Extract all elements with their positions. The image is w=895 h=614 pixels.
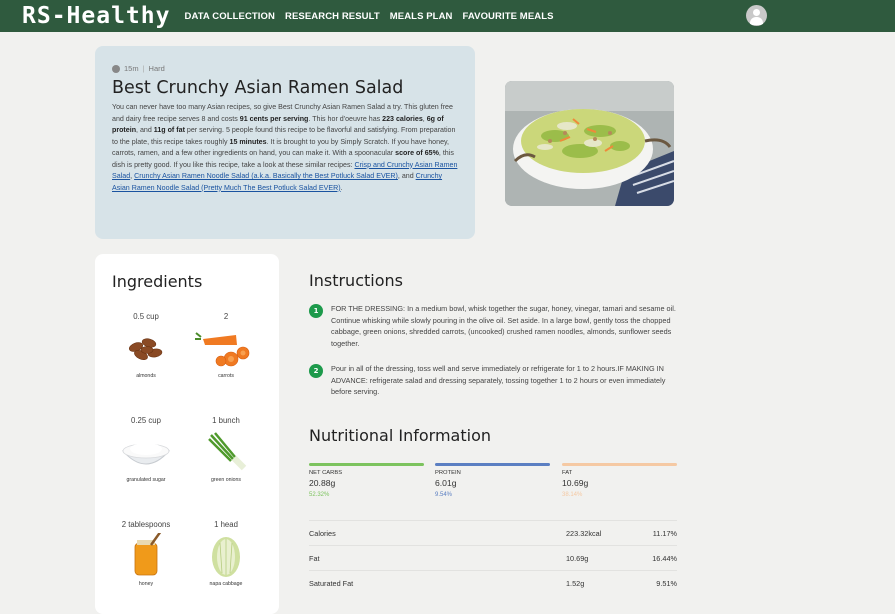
almonds-image xyxy=(111,325,181,369)
carrots-image xyxy=(191,325,261,369)
nav-link-data-collection[interactable]: DATA COLLECTION xyxy=(184,11,275,22)
macro-fat: FAT 10.69g 38.14% xyxy=(562,463,677,498)
recipe-difficulty: Hard xyxy=(148,64,165,73)
nutrient-amount: 10.69g xyxy=(566,554,589,563)
ingredient-item[interactable]: 2 tablespoons honey xyxy=(111,520,181,587)
ingredient-qty: 2 tablespoons xyxy=(121,520,171,529)
clock-icon xyxy=(112,64,120,73)
macro-percent: 52.32% xyxy=(309,492,330,498)
macro-label: NET CARBS xyxy=(309,470,343,476)
ingredient-item[interactable]: 2 carrots xyxy=(191,312,261,379)
ingredient-qty: 2 xyxy=(223,312,229,321)
recipe-summary-card: 15m | Hard Best Crunchy Asian Ramen Sala… xyxy=(95,46,475,239)
table-row: Calories 223.32kcal 11.17% xyxy=(309,520,677,545)
ingredient-name: honey xyxy=(138,581,154,587)
nutrient-name: Calories xyxy=(309,529,336,538)
macro-bar xyxy=(435,463,550,466)
step-number: 1 xyxy=(309,304,323,318)
ingredient-name: almonds xyxy=(136,373,156,379)
macro-protein: PROTEIN 6.01g 9.54% xyxy=(435,463,550,498)
macro-label: PROTEIN xyxy=(435,470,461,476)
instructions-title: Instructions xyxy=(309,271,403,290)
nav-link-favourite-meals[interactable]: FAVOURITE MEALS xyxy=(463,11,554,22)
ingredients-title: Ingredients xyxy=(112,272,203,291)
table-row: Fat 10.69g 16.44% xyxy=(309,545,677,570)
recipe-meta: 15m | Hard xyxy=(112,64,458,73)
ingredient-qty: 0.5 cup xyxy=(133,312,159,321)
green-onions-image xyxy=(191,429,261,473)
ingredient-qty: 1 head xyxy=(214,520,238,529)
macro-value: 10.69g xyxy=(562,478,589,488)
recipe-title: Best Crunchy Asian Ramen Salad xyxy=(112,78,404,98)
nutrient-percent: 11.17% xyxy=(652,529,677,538)
recipe-time: 15m xyxy=(124,64,139,73)
step-text: FOR THE DRESSING: In a medium bowl, whis… xyxy=(331,304,676,348)
nutrient-amount: 223.32kcal xyxy=(566,529,602,538)
ingredient-name: green onions xyxy=(211,477,241,483)
honey-image xyxy=(111,530,181,577)
table-row: Saturated Fat 1.52g 9.51% xyxy=(309,570,677,595)
avatar-head xyxy=(753,9,760,16)
recipe-description: You can never have too many Asian recipe… xyxy=(112,103,458,192)
nutrition-title: Nutritional Information xyxy=(309,426,492,445)
macro-percent: 9.54% xyxy=(435,492,453,498)
macro-bar xyxy=(562,463,677,466)
nav-links: DATA COLLECTION RESEARCH RESULT MEALS PL… xyxy=(184,11,553,22)
ingredient-item[interactable]: 1 bunch green onions xyxy=(191,416,261,483)
user-avatar-icon[interactable] xyxy=(746,5,767,26)
nutrient-percent: 9.51% xyxy=(656,579,677,588)
ingredient-name: carrots xyxy=(218,373,234,379)
macro-value: 20.88g xyxy=(309,478,336,488)
similar-recipe-link-2[interactable]: Crunchy Asian Ramen Noodle Salad (a.k.a.… xyxy=(134,172,398,180)
napa-cabbage-image xyxy=(191,533,261,577)
meta-separator: | xyxy=(142,64,145,73)
nav-link-meals-plan[interactable]: MEALS PLAN xyxy=(390,11,453,22)
sugar-image xyxy=(111,429,181,473)
ingredient-name: granulated sugar xyxy=(126,477,166,483)
macro-percent: 38.14% xyxy=(562,492,583,498)
ingredient-name: napa cabbage xyxy=(209,581,243,587)
nutrient-name: Fat xyxy=(309,554,320,563)
ingredient-qty: 1 bunch xyxy=(212,416,240,425)
macro-bar xyxy=(309,463,424,466)
ingredient-item[interactable]: 0.5 cup almonds xyxy=(111,312,181,379)
macro-value: 6.01g xyxy=(435,478,457,488)
step-number: 2 xyxy=(309,364,323,378)
brand-logo[interactable]: RS-Healthy xyxy=(22,3,170,29)
nutrition-table: Calories 223.32kcal 11.17% Fat 10.69g 16… xyxy=(309,520,677,595)
recipe-photo xyxy=(505,81,674,206)
macro-label: FAT xyxy=(562,470,573,476)
ingredient-item[interactable]: 1 head napa cabbage xyxy=(191,520,261,587)
macro-net-carbs: NET CARBS 20.88g 52.32% xyxy=(309,463,424,498)
ingredient-qty: 0.25 cup xyxy=(131,416,161,425)
nutrient-amount: 1.52g xyxy=(566,579,585,588)
avatar-body xyxy=(750,17,763,25)
instruction-step: 1 FOR THE DRESSING: In a medium bowl, wh… xyxy=(309,303,679,349)
ingredients-card: Ingredients 0.5 cup almonds 2 carrots 0.… xyxy=(95,254,279,614)
nutrient-percent: 16.44% xyxy=(652,554,677,563)
ingredient-item[interactable]: 0.25 cup granulated sugar xyxy=(111,416,181,483)
step-text: Pour in all of the dressing, toss well a… xyxy=(331,364,666,396)
top-navbar: RS-Healthy DATA COLLECTION RESEARCH RESU… xyxy=(0,0,895,32)
nutrient-name: Saturated Fat xyxy=(309,579,354,588)
nav-link-research-result[interactable]: RESEARCH RESULT xyxy=(285,11,380,22)
instruction-step: 2 Pour in all of the dressing, toss well… xyxy=(309,363,679,398)
